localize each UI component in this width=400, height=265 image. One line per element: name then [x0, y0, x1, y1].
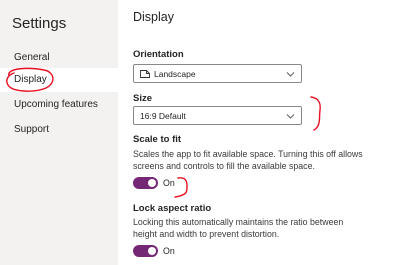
lock-aspect-ratio-state: On — [163, 246, 175, 256]
size-label: Size — [133, 93, 153, 104]
sidebar-item-general[interactable]: General — [0, 46, 118, 70]
chevron-down-icon — [286, 112, 295, 119]
page-title: Display — [133, 10, 174, 24]
lock-aspect-ratio-toggle[interactable] — [133, 245, 158, 257]
chevron-down-icon — [286, 70, 295, 77]
settings-sidebar: Settings General Display Upcoming featur… — [0, 0, 118, 265]
scale-to-fit-label: Scale to fit — [133, 134, 182, 145]
toggle-knob — [148, 179, 156, 187]
scale-to-fit-toggle[interactable] — [133, 177, 158, 189]
sidebar-title: Settings — [12, 15, 67, 32]
sidebar-item-display[interactable]: Display — [0, 68, 118, 92]
scale-to-fit-toggle-row: On — [133, 176, 175, 190]
scale-to-fit-description: Scales the app to fit available space. T… — [133, 149, 363, 171]
toggle-knob — [148, 247, 156, 255]
sidebar-item-support[interactable]: Support — [0, 118, 118, 142]
orientation-label: Orientation — [133, 49, 184, 60]
lock-aspect-ratio-description: Locking this automatically maintains the… — [133, 217, 344, 239]
page-landscape-icon — [140, 69, 150, 78]
lock-aspect-ratio-toggle-row: On — [133, 244, 175, 258]
size-value: 16:9 Default — [140, 110, 186, 121]
scale-to-fit-state: On — [163, 178, 175, 188]
sidebar-item-upcoming-features[interactable]: Upcoming features — [0, 93, 118, 117]
lock-aspect-ratio-label: Lock aspect ratio — [133, 203, 212, 214]
orientation-value: Landscape — [154, 68, 196, 79]
orientation-dropdown[interactable]: Landscape — [133, 64, 302, 83]
size-dropdown[interactable]: 16:9 Default — [133, 106, 302, 125]
display-settings-panel: Display Orientation Landscape Size 16:9 … — [118, 0, 400, 265]
